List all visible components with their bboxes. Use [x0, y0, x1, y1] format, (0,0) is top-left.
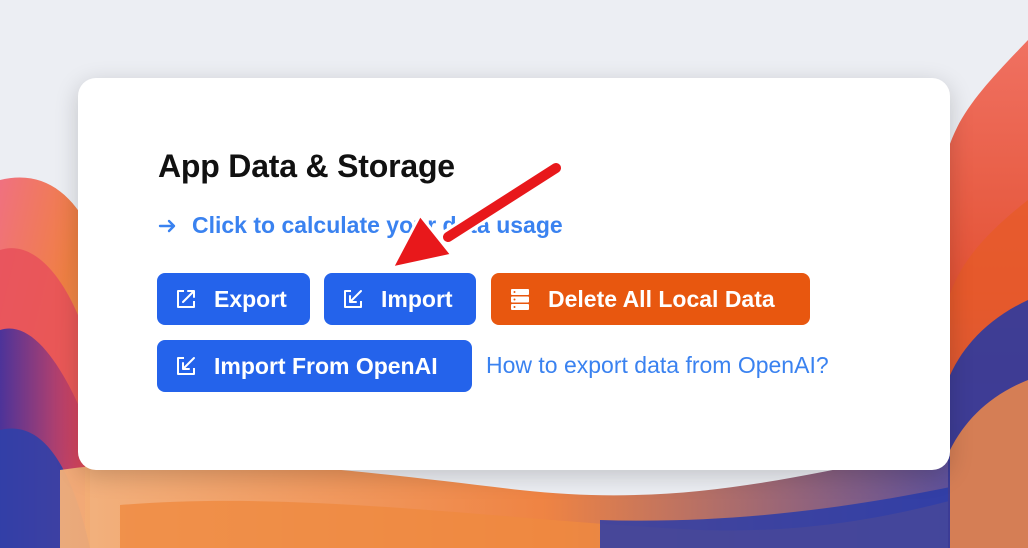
section-title: App Data & Storage	[158, 148, 455, 184]
database-icon	[508, 287, 532, 311]
delete-button-label: Delete All Local Data	[548, 285, 775, 312]
openai-export-help-link[interactable]: How to export data from OpenAI?	[486, 352, 829, 379]
import-button[interactable]: Import	[324, 273, 476, 325]
import-openai-button-label: Import From OpenAI	[214, 352, 438, 379]
calculate-usage-link[interactable]: Click to calculate your data usage	[158, 212, 563, 239]
calculate-usage-label: Click to calculate your data usage	[192, 212, 563, 238]
import-from-openai-button[interactable]: Import From OpenAI	[157, 340, 472, 392]
external-link-icon	[341, 287, 365, 311]
external-link-icon	[174, 354, 198, 378]
data-storage-card: App Data & Storage Click to calculate yo…	[78, 78, 950, 470]
external-link-icon	[174, 287, 198, 311]
arrow-right-icon	[158, 216, 178, 236]
export-button-label: Export	[214, 285, 287, 312]
export-button[interactable]: Export	[157, 273, 310, 325]
delete-all-local-data-button[interactable]: Delete All Local Data	[491, 273, 810, 325]
import-button-label: Import	[381, 285, 453, 312]
